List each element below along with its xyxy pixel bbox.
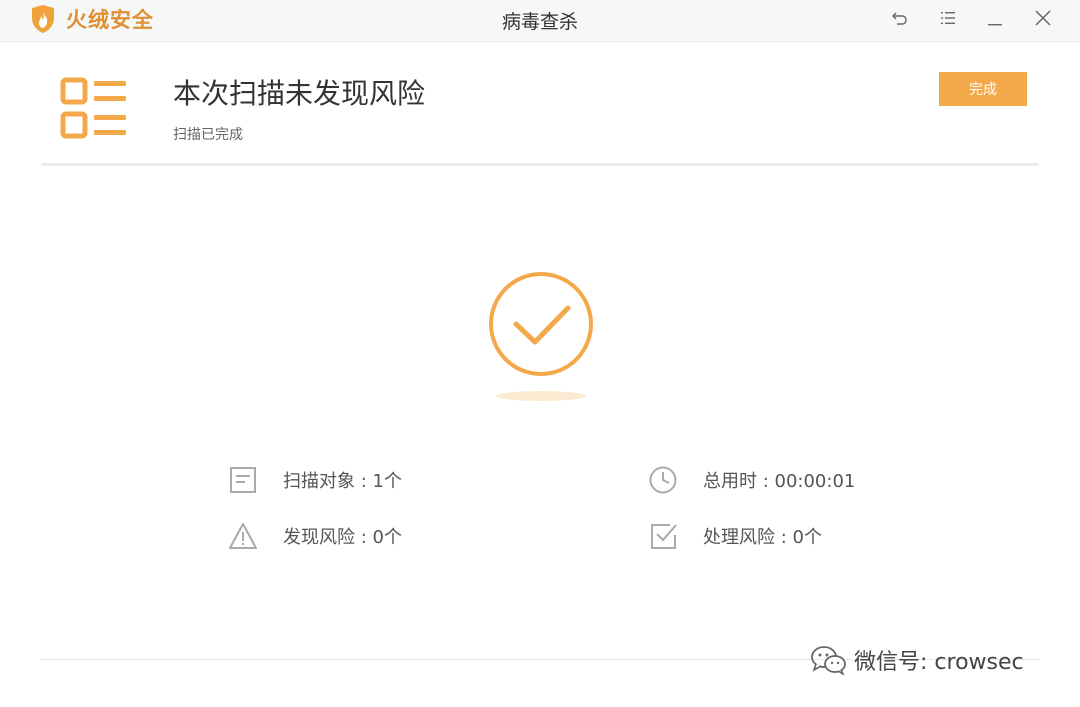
stat-handled-risks: 处理风险 : 0个: [647, 520, 822, 552]
title-bar: 火绒安全 病毒查杀: [0, 0, 1080, 42]
check-circle-icon: [489, 272, 593, 401]
window-title: 病毒查杀: [501, 11, 578, 33]
minimize-button[interactable]: [983, 6, 1007, 30]
close-icon: [1035, 10, 1051, 26]
watermark: 微信号: crowsec: [810, 644, 1024, 676]
stat-label: 扫描对象 : 1个: [283, 471, 402, 492]
clock-icon: [649, 466, 677, 494]
menu-icon: [941, 12, 955, 24]
back-button[interactable]: [888, 6, 912, 30]
stat-label: 总用时 : 00:00:01: [703, 471, 856, 492]
close-button[interactable]: [1031, 6, 1055, 30]
menu-button[interactable]: [936, 6, 960, 30]
stat-label: 发现风险 : 0个: [283, 527, 402, 548]
scan-status-text: 扫描已完成: [173, 127, 243, 143]
minimize-icon: [988, 24, 1002, 26]
stat-total-time: 总用时 : 00:00:01: [647, 464, 855, 496]
done-button[interactable]: 完成: [939, 72, 1027, 106]
scan-result-title: 本次扫描未发现风险: [173, 77, 426, 110]
back-icon: [892, 12, 907, 25]
stat-scanned-objects: 扫描对象 : 1个: [227, 464, 402, 496]
header-divider: [41, 163, 1039, 166]
wechat-icon: [811, 646, 846, 675]
stat-found-risks: 发现风险 : 0个: [227, 520, 402, 552]
warning-icon: [229, 523, 257, 549]
checklist-icon: [60, 77, 126, 139]
checkbox-icon: [651, 524, 677, 549]
stat-label: 处理风险 : 0个: [703, 527, 822, 548]
document-icon: [230, 467, 256, 493]
watermark-text: 微信号: crowsec: [854, 650, 1024, 675]
